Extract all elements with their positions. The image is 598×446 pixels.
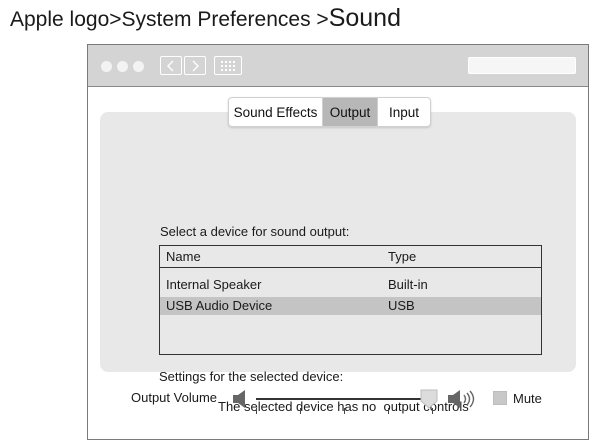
breadcrumb: Apple logo > System Preferences > Sound <box>10 4 401 36</box>
volume-tick-mark <box>388 408 389 414</box>
mute-checkbox[interactable] <box>493 391 507 405</box>
output-panel: Select a device for sound output: Name T… <box>100 112 576 414</box>
device-type: Built-in <box>388 277 428 292</box>
back-chevron-icon <box>167 60 174 71</box>
settings-label: Settings for the selected device: <box>159 369 344 384</box>
search-input[interactable] <box>468 57 576 74</box>
volume-slider-thumb[interactable] <box>420 389 438 409</box>
device-name: USB Audio Device <box>166 298 273 313</box>
breadcrumb-item-sound: Sound <box>328 4 401 32</box>
sound-tabs: Sound Effects Output Input <box>228 97 431 127</box>
breadcrumb-item-apple-logo: Apple logo <box>10 8 110 31</box>
tab-input[interactable]: Input <box>378 98 430 126</box>
sound-preferences-window: Sound Effects Output Input Select a devi… <box>87 44 589 440</box>
show-all-grid-icon <box>221 60 235 71</box>
output-device-table[interactable]: Name Type Internal Speaker Built-in USB … <box>159 245 542 355</box>
volume-tick-mark <box>300 408 301 414</box>
back-button[interactable] <box>160 56 182 75</box>
device-name: Internal Speaker <box>166 277 262 292</box>
forward-button[interactable] <box>184 56 206 75</box>
breadcrumb-separator: > <box>316 8 329 31</box>
minimize-window-dot-icon[interactable] <box>117 61 128 72</box>
output-volume-label: Output Volume <box>131 390 217 405</box>
table-row-selected[interactable]: USB Audio Device USB <box>160 297 541 315</box>
breadcrumb-separator: > <box>109 8 122 31</box>
speaker-loud-icon <box>448 390 475 408</box>
table-row[interactable]: Internal Speaker Built-in <box>160 276 541 294</box>
speaker-quiet-icon <box>233 390 245 408</box>
volume-slider-track[interactable] <box>256 398 428 400</box>
device-type: USB <box>388 298 415 313</box>
select-device-label: Select a device for sound output: <box>160 224 350 239</box>
tab-output[interactable]: Output <box>322 98 378 126</box>
volume-tick-mark <box>256 408 257 414</box>
title-bar <box>88 45 588 87</box>
breadcrumb-item-system-preferences: System Preferences <box>121 8 317 31</box>
close-window-dot-icon[interactable] <box>101 61 112 72</box>
forward-chevron-icon <box>192 60 199 71</box>
column-header-name[interactable]: Name <box>166 249 201 264</box>
zoom-window-dot-icon[interactable] <box>133 61 144 72</box>
volume-tick-mark <box>344 408 345 414</box>
column-header-type[interactable]: Type <box>388 249 416 264</box>
table-header: Name Type <box>160 246 541 268</box>
show-all-button[interactable] <box>214 56 242 75</box>
mute-label: Mute <box>513 391 542 406</box>
tab-sound-effects[interactable]: Sound Effects <box>229 98 322 126</box>
